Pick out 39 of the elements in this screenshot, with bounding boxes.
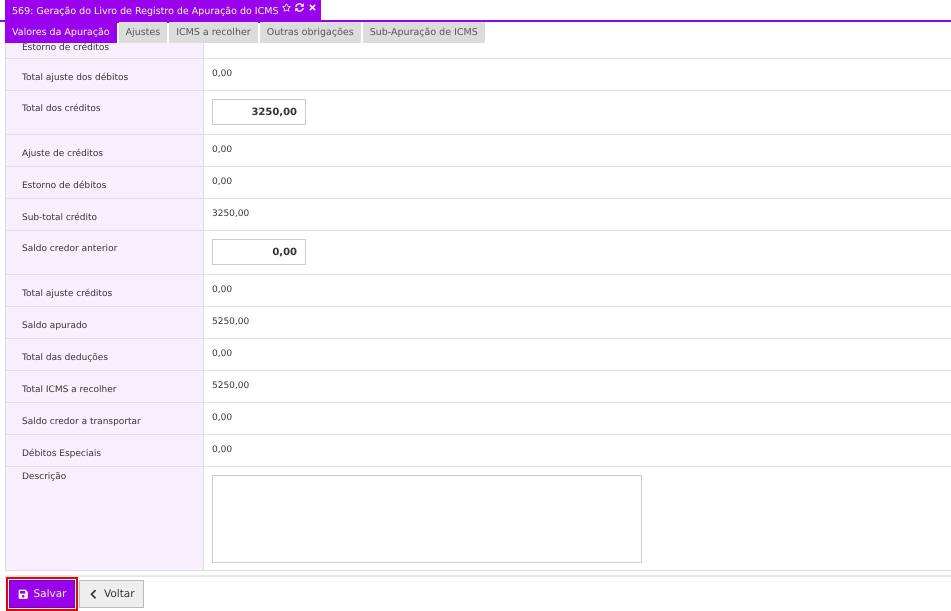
field-label: Sub-total crédito [22,213,98,223]
star-icon[interactable] [282,3,292,12]
field-value: 0,00 [211,348,234,361]
input-field[interactable]: 0,00 [212,239,306,265]
field-value: 0,00 [211,176,234,189]
field-value: 0,00 [211,412,234,425]
field-label: Saldo apurado [22,321,88,331]
field-value: 0,00 [211,284,234,297]
close-icon[interactable] [308,3,318,12]
tab[interactable]: ICMS a recolher [169,22,258,43]
field-label: Saldo credor a transportar [22,417,141,427]
window-title: 569: Geração do Livro de Registro de Apuração do ICMS [12,5,278,19]
field-value: 5250,00 [211,380,250,393]
tab[interactable]: Outras obrigações [260,22,361,43]
field-label: Total das deduções [22,353,108,363]
field-label: Estorno de débitos [22,181,106,191]
field-label: Total ajuste dos débitos [22,73,128,83]
field-label: Saldo credor anterior [22,244,118,254]
field-label: Total ICMS a recolher [22,385,116,395]
tab[interactable]: Valores da Apuração [5,22,117,43]
tab[interactable]: Ajustes [118,22,168,43]
field-value: 0,00 [211,68,234,81]
back-button[interactable]: Voltar [79,580,144,608]
field-label: Descrição [22,472,66,482]
save-button[interactable]: Salvar [9,580,76,608]
field-label: Débitos Especiais [22,449,102,459]
field-value: 0,00 [211,444,234,457]
field-label: Ajuste de créditos [22,149,104,159]
description-field[interactable] [212,475,642,563]
field-value: 0,00 [211,144,234,157]
field-label: Total ajuste créditos [22,289,112,299]
tab[interactable]: Sub-Apuração de ICMS [362,22,485,43]
field-label: Estorno de créditos [22,43,110,53]
field-label: Total dos créditos [22,104,101,114]
field-value: 3250,00 [211,208,250,221]
field-value: 5250,00 [211,316,250,329]
chevron-left-icon [88,588,99,600]
input-field[interactable]: 3250,00 [212,99,306,125]
refresh-icon[interactable] [295,3,304,12]
